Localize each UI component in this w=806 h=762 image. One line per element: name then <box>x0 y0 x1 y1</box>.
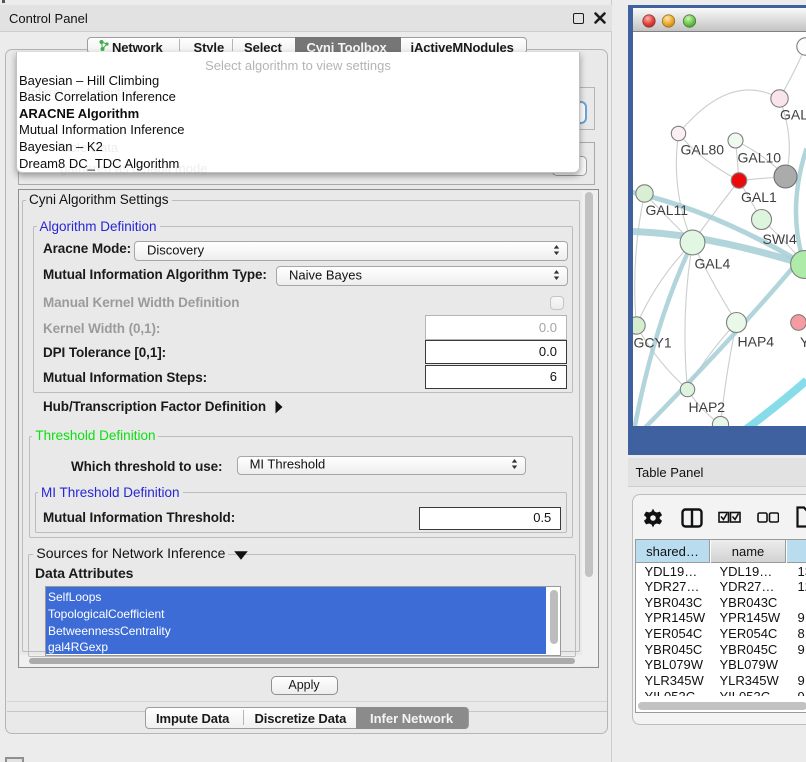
svg-text:HAP2: HAP2 <box>688 399 725 415</box>
svg-text:HAP4: HAP4 <box>737 333 774 349</box>
svg-text:GAL4: GAL4 <box>694 255 730 271</box>
svg-text:SWI4: SWI4 <box>762 231 796 247</box>
svg-text:GAL1: GAL1 <box>741 189 777 205</box>
svg-text:Y: Y <box>800 334 806 350</box>
svg-text:GAL10: GAL10 <box>737 149 781 165</box>
svg-text:GAL80: GAL80 <box>680 141 724 157</box>
svg-text:GAL: GAL <box>780 106 806 122</box>
svg-text:GCY1: GCY1 <box>633 334 671 350</box>
svg-text:GAL11: GAL11 <box>645 202 688 218</box>
